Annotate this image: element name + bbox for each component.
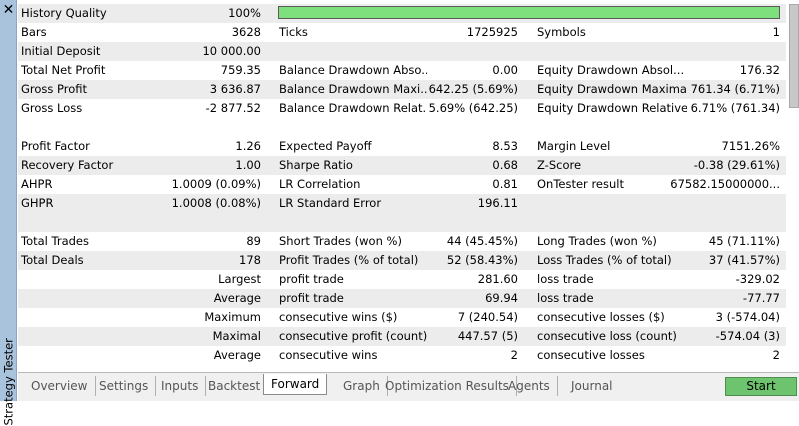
cell-l2: Balance Drawdown Relat... xyxy=(279,101,427,115)
tab-backtest[interactable]: Backtest xyxy=(201,376,267,396)
cell-v3: 176.32 xyxy=(739,63,780,77)
cell-v3: 67582.15000000... xyxy=(670,177,780,191)
cell-v1: 1.0009 (0.09%) xyxy=(171,177,261,191)
cell-v1: 1.26 xyxy=(235,139,261,153)
cell-l2: Balance Drawdown Maxi... xyxy=(279,82,427,96)
cell-v2: 196.11 xyxy=(477,196,518,210)
cell-v1: 3 636.87 xyxy=(209,82,261,96)
table-row: Average consecutive wins 2 consecutive loss… xyxy=(18,346,786,365)
cell-l2: Short Trades (won %) xyxy=(279,234,402,248)
history-quality-bar xyxy=(278,6,780,19)
cell-v3: 3 (-574.04) xyxy=(715,310,780,324)
tab-forward[interactable]: Forward xyxy=(263,374,328,395)
table-row: Maximal consecutive profit (count) 447.57 … xyxy=(18,327,786,346)
tab-agents[interactable]: Agents xyxy=(501,376,558,396)
spacer-row xyxy=(18,118,786,137)
cell-v2: 7 (240.54) xyxy=(457,310,518,324)
cell-l2: LR Standard Error xyxy=(279,196,382,210)
table-row: Bars 3628 Ticks 1725925 Symbols 1 xyxy=(18,23,786,42)
table-row: Gross Profit 3 636.87 Balance Drawdown Max… xyxy=(18,80,786,99)
cell-l2: Balance Drawdown Abso... xyxy=(279,63,427,77)
cell-v1: Average xyxy=(213,348,261,362)
cell-v3: 1 xyxy=(772,25,780,39)
tab-settings[interactable]: Settings xyxy=(92,376,157,396)
tab-journal[interactable]: Journal xyxy=(564,376,620,396)
cell-v3: -574.04 (3) xyxy=(715,329,780,343)
cell-v2: 0.81 xyxy=(492,177,518,191)
cell-v3: -0.38 (29.61%) xyxy=(693,158,780,172)
cell-v1: 1.0008 (0.08%) xyxy=(171,196,261,210)
cell-v3: 2 xyxy=(772,348,780,362)
cell-v3: 761.34 (6.71%) xyxy=(690,82,780,96)
cell-v2: 1725925 xyxy=(466,25,518,39)
spacer-row xyxy=(18,213,786,232)
cell-v1: 10 000.00 xyxy=(202,44,261,58)
table-row: Gross Loss -2 877.52 Balance Drawdown Rela… xyxy=(18,99,786,118)
history-quality-row: History Quality 100% xyxy=(18,4,786,23)
cell-v1: 3628 xyxy=(231,25,261,39)
cell-v1: -2 877.52 xyxy=(205,101,261,115)
cell-v3: -77.77 xyxy=(742,291,780,305)
cell-l2: Ticks xyxy=(279,25,308,39)
table-row: Total Deals 178 Profit Trades (% of total)… xyxy=(18,251,786,270)
panel-title: Strategy Tester xyxy=(1,338,16,426)
cell-v3: 37 (41.57%) xyxy=(708,253,780,267)
table-row: Maximum consecutive wins ($) 7 (240.54) con… xyxy=(18,308,786,327)
cell-v1: 178 xyxy=(239,253,261,267)
table-row: Largest profit trade 281.60 loss trade -329.… xyxy=(18,270,786,289)
cell-l2: consecutive profit (count) xyxy=(279,329,427,343)
cell-l2: Expected Payoff xyxy=(279,139,372,153)
table-row: Total Trades 89 Short Trades (won %) 44 (45… xyxy=(18,232,786,251)
table-row: Average profit trade 69.94 loss trade -77.77 xyxy=(18,289,786,308)
strategy-tester-sidebar: ✕ Strategy Tester xyxy=(0,0,17,426)
cell-l2: profit trade xyxy=(279,291,344,305)
cell-l2: consecutive wins ($) xyxy=(279,310,398,324)
cell-v1: 759.35 xyxy=(220,63,261,77)
history-quality-value: 100% xyxy=(228,6,261,20)
cell-v3: 6.71% (761.34) xyxy=(690,101,780,115)
cell-v1: Maximal xyxy=(212,329,261,343)
cell-v2: 69.94 xyxy=(485,291,518,305)
cell-v1: 1.00 xyxy=(235,158,261,172)
cell-v1: Maximum xyxy=(204,310,261,324)
cell-v2: 5.69% (642.25) xyxy=(428,101,518,115)
cell-l2: Profit Trades (% of total) xyxy=(279,253,419,267)
tab-overview[interactable]: Overview xyxy=(24,376,96,396)
cell-v1: Average xyxy=(213,291,261,305)
cell-v2: 0.00 xyxy=(492,63,518,77)
close-icon[interactable]: ✕ xyxy=(0,2,17,18)
cell-v2: 2 xyxy=(510,348,518,362)
tab-optimization-results[interactable]: Optimization Results xyxy=(378,376,517,396)
cell-v2: 447.57 (5) xyxy=(457,329,518,343)
cell-v2: 44 (45.45%) xyxy=(446,234,518,248)
cell-v1: 89 xyxy=(246,234,261,248)
tab-bar: Overview Settings Inputs Backtest Forward Gra… xyxy=(18,372,799,401)
cell-v2: 52 (58.43%) xyxy=(446,253,518,267)
cell-v3: 7151.26% xyxy=(721,139,780,153)
table-row: GHPR 1.0008 (0.08%) LR Standard Error 196.1… xyxy=(18,194,786,213)
table-row: Profit Factor 1.26 Expected Payoff 8.53 Marg… xyxy=(18,137,786,156)
report-table: History Quality 100% Bars 3628 Ticks 172592… xyxy=(18,4,786,367)
cell-l2: Sharpe Ratio xyxy=(279,158,353,172)
cell-v1: Largest xyxy=(218,272,261,286)
cell-v2: 281.60 xyxy=(477,272,518,286)
cell-l2: LR Correlation xyxy=(279,177,361,191)
cell-v2: 642.25 (5.69%) xyxy=(428,82,518,96)
cell-v2: 8.53 xyxy=(492,139,518,153)
start-button[interactable]: Start xyxy=(725,377,797,396)
cell-v2: 0.68 xyxy=(492,158,518,172)
cell-l2: profit trade xyxy=(279,272,344,286)
cell-v3: 45 (71.11%) xyxy=(708,234,780,248)
cell-l2: consecutive wins xyxy=(279,348,378,362)
cell-v3: -329.02 xyxy=(735,272,780,286)
vertical-scrollbar[interactable] xyxy=(789,4,799,108)
table-row: Recovery Factor 1.00 Sharpe Ratio 0.68 Z-Sco… xyxy=(18,156,786,175)
table-row: Total Net Profit 759.35 Balance Drawdown A… xyxy=(18,61,786,80)
table-row: AHPR 1.0009 (0.09%) LR Correlation 0.81 OnTe… xyxy=(18,175,786,194)
tab-inputs[interactable]: Inputs xyxy=(154,376,207,396)
table-row: Initial Deposit 10 000.00 xyxy=(18,42,786,61)
